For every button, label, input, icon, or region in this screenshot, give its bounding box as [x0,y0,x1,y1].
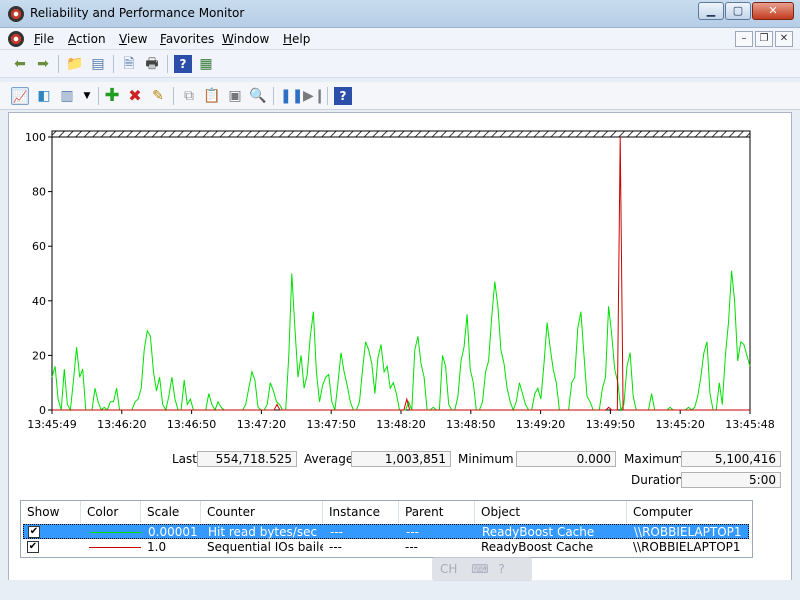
column-header-scale[interactable]: Scale [141,501,201,523]
instance-cell: --- [329,540,342,554]
column-header-show[interactable]: Show [21,501,81,523]
column-header-color[interactable]: Color [81,501,141,523]
legend-row[interactable]: ✔ 1.0 Sequential IOs baile... --- --- Re… [23,540,749,555]
computer-cell: \\ROBBIELAPTOP1 [633,540,741,554]
scale-cell: 0.00001 [148,525,198,539]
maximum-label: Maximum [624,452,684,466]
x-tick-label: 13:46:50 [167,418,216,431]
maximum-value: 5,100,416 [681,451,781,467]
object-cell: ReadyBoost Cache [481,540,594,554]
x-tick-label: 13:45:48 [725,418,774,431]
column-header-parent[interactable]: Parent [399,501,475,523]
y-tick-label: 80 [32,186,46,199]
legend-row[interactable]: ✔ 0.00001 Hit read bytes/sec --- --- Rea… [23,524,749,539]
show-checkbox[interactable]: ✔ [28,526,40,538]
column-header-counter[interactable]: Counter [201,501,323,523]
language-bar[interactable]: CH ⌨ ? [432,557,532,581]
object-cell: ReadyBoost Cache [482,525,595,539]
scale-cell: 1.0 [147,540,167,554]
x-tick-label: 13:47:20 [237,418,286,431]
performance-chart[interactable]: 100 80 60 40 20 0 13:45:49 13:46:20 13:46:50 13:… [0,0,800,440]
y-tick-label: 40 [32,295,46,308]
counter-cell: Hit read bytes/sec [208,525,318,539]
last-label: Last [172,452,197,466]
status-bar [0,580,800,600]
plot-area [51,136,751,411]
help-icon[interactable]: ? [498,562,504,576]
computer-cell: \\ROBBIELAPTOP1 [634,525,742,539]
x-tick-label: 13:45:20 [655,418,704,431]
x-tick-label: 13:49:50 [586,418,635,431]
counter-cell: Sequential IOs baile... [207,540,323,554]
last-value: 554,718.525 [197,451,297,467]
x-tick-label: 13:45:49 [27,418,76,431]
parent-cell: --- [406,525,419,539]
duration-label: Duration [631,473,684,487]
x-tick-label: 13:47:50 [306,418,355,431]
x-tick-label: 13:48:50 [446,418,495,431]
column-header-computer[interactable]: Computer [627,501,752,523]
column-header-instance[interactable]: Instance [323,501,399,523]
y-tick-label: 0 [39,404,46,417]
column-header-object[interactable]: Object [475,501,627,523]
duration-value: 5:00 [681,472,781,488]
y-tick-label: 60 [32,240,46,253]
counter-legend: Show Color Scale Counter Instance Parent… [20,500,753,558]
show-checkbox[interactable]: ✔ [27,541,39,553]
color-swatch [89,547,141,548]
average-value: 1,003,851 [351,451,451,467]
color-swatch [90,532,142,533]
x-tick-label: 13:48:20 [376,418,425,431]
parent-cell: --- [405,540,418,554]
minimum-label: Minimum [458,452,514,466]
minimum-value: 0.000 [516,451,616,467]
input-language-indicator[interactable]: CH [440,562,457,576]
y-tick-label: 20 [32,349,46,362]
average-label: Average [304,452,354,466]
y-tick-label: 100 [25,131,46,144]
x-tick-label: 13:46:20 [97,418,146,431]
instance-cell: --- [330,525,343,539]
x-tick-label: 13:49:20 [516,418,565,431]
time-scroll-bar[interactable] [51,130,751,138]
keyboard-icon[interactable]: ⌨ [471,562,488,576]
